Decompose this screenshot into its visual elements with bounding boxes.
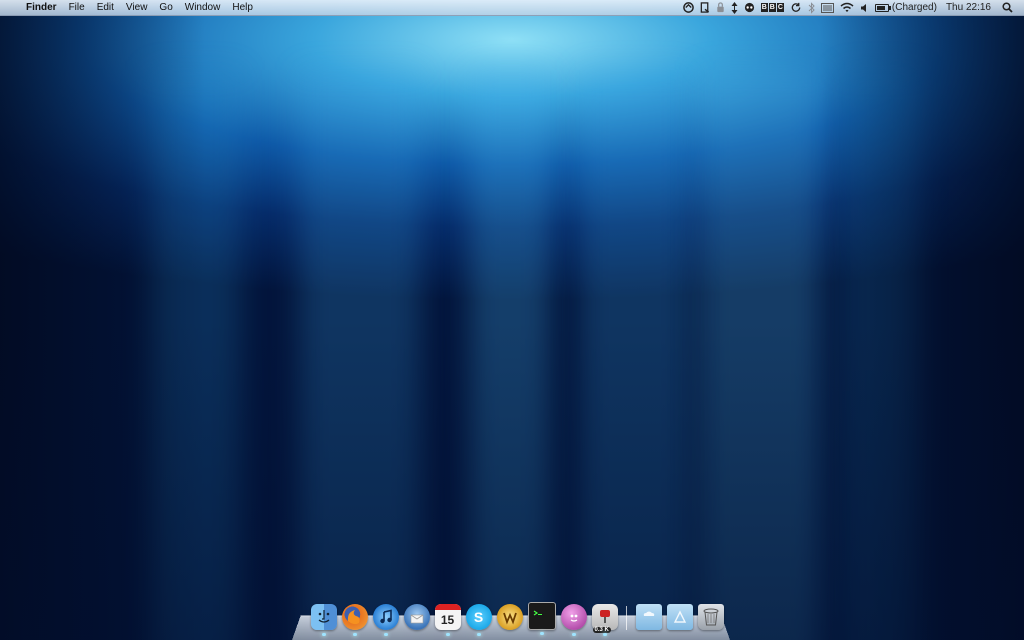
menu-app-name[interactable]: Finder [20, 0, 63, 15]
dock-item-transmit[interactable] [496, 604, 523, 630]
dock-item-firefox[interactable] [341, 604, 368, 636]
running-indicator [445, 633, 450, 636]
script-icon[interactable] [700, 0, 710, 15]
finder-icon [318, 610, 329, 623]
menu-file[interactable]: File [63, 0, 91, 15]
thunderbird-icon [410, 614, 423, 624]
running-indicator [352, 633, 357, 636]
spotlight-icon[interactable] [1002, 0, 1013, 15]
running-indicator [602, 633, 607, 636]
running-indicator [476, 633, 481, 636]
transmission-icon [599, 610, 610, 623]
transmission-speed-badge: 0.3 K [592, 627, 611, 633]
dock-item-calendar[interactable]: 15 [434, 604, 461, 636]
calendar-date: 15 [440, 613, 455, 627]
dock-item-skype[interactable]: S [465, 604, 492, 636]
lock-icon[interactable] [716, 0, 725, 15]
terminal-icon [533, 610, 542, 616]
menu-clock[interactable]: Thu 22:16 [946, 0, 991, 15]
firefox-icon [347, 610, 360, 625]
dock-items: 15 S 0.3 K [308, 602, 726, 636]
battery-text: (Charged) [891, 2, 937, 13]
bbc-letter: B [760, 3, 768, 12]
desktop-wallpaper [0, 0, 1024, 640]
menu-edit[interactable]: Edit [91, 0, 120, 15]
wallpaper-bottom-fade [0, 320, 1024, 640]
running-indicator [383, 633, 388, 636]
bluetooth-icon[interactable] [808, 0, 815, 15]
up-down-arrows-icon[interactable] [731, 0, 738, 15]
sync-icon[interactable] [682, 0, 694, 15]
running-indicator [539, 632, 544, 635]
dock-separator [626, 606, 627, 630]
calendar-header [434, 604, 461, 610]
itunes-icon [379, 609, 392, 624]
menu-bar-left: Finder File Edit View Go Window Help [0, 0, 259, 15]
dock-item-transmission[interactable]: 0.3 K [591, 604, 618, 636]
dock-item-adium[interactable] [560, 604, 587, 636]
menu-bar-status: B B C (Charged) Thu 22:16 [680, 0, 1024, 15]
bbc-icon[interactable]: B B C [760, 0, 784, 15]
trash-icon [703, 608, 718, 626]
running-indicator [321, 633, 326, 636]
wifi-icon[interactable] [840, 0, 854, 15]
menu-bar: Finder File Edit View Go Window Help B B… [0, 0, 1024, 16]
bbc-letter: C [776, 3, 784, 12]
remote-icon[interactable] [744, 0, 755, 15]
volume-icon[interactable] [860, 0, 869, 15]
menu-help[interactable]: Help [226, 0, 259, 15]
dock: 15 S 0.3 K [292, 600, 730, 640]
dock-item-downloads[interactable] [635, 604, 662, 630]
downloads-folder-icon [643, 611, 654, 616]
running-indicator [571, 633, 576, 636]
dock-item-finder[interactable] [310, 604, 337, 636]
transmit-icon [502, 612, 517, 625]
menu-window[interactable]: Window [179, 0, 227, 15]
menu-go[interactable]: Go [153, 0, 178, 15]
dock-item-trash[interactable] [697, 604, 724, 630]
bbc-letter: B [768, 3, 776, 12]
dock-item-applications[interactable] [666, 604, 693, 630]
dock-item-itunes[interactable] [372, 604, 399, 636]
battery-status[interactable]: (Charged) [874, 0, 937, 15]
skype-icon: S [473, 609, 484, 625]
menu-view[interactable]: View [120, 0, 154, 15]
menu-meter-icon[interactable] [820, 0, 834, 15]
time-machine-icon[interactable] [790, 0, 802, 15]
applications-folder-icon [673, 610, 686, 623]
dock-item-thunderbird[interactable] [403, 604, 430, 630]
adium-icon [570, 614, 577, 622]
battery-icon [874, 3, 891, 12]
dock-item-terminal[interactable] [527, 602, 556, 635]
